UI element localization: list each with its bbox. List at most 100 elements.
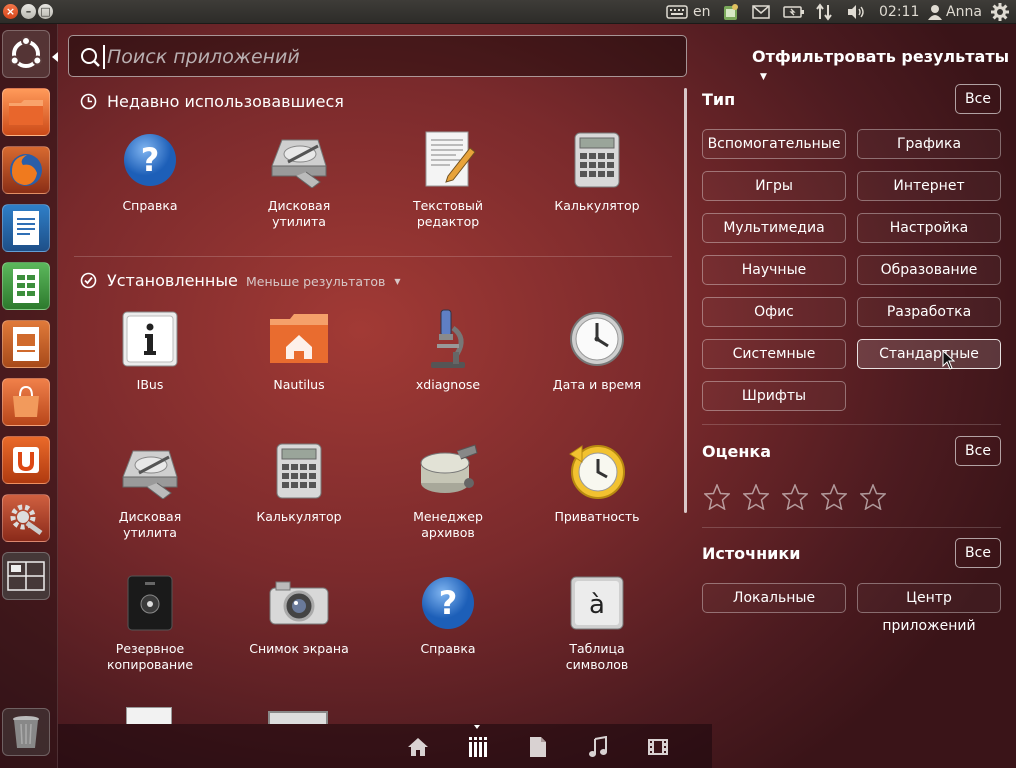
active-arrow-icon xyxy=(52,52,58,62)
app-tile[interactable]: Nautilus xyxy=(224,307,374,393)
star-icon[interactable] xyxy=(860,484,886,510)
app-tile[interactable]: Дата и время xyxy=(522,307,672,393)
ubuntu-one-icon xyxy=(13,447,39,473)
svg-text:?: ? xyxy=(439,584,458,622)
lens-video[interactable] xyxy=(647,736,669,758)
app-indicator[interactable] xyxy=(722,3,740,21)
app-tile[interactable]: Калькулятор xyxy=(522,128,672,214)
filter-source-option[interactable]: Центр приложений xyxy=(857,583,1001,634)
filter-rating-all-button[interactable]: Все xyxy=(955,436,1001,466)
lens-applications[interactable] xyxy=(467,736,489,758)
filter-type-option[interactable]: Системные xyxy=(702,339,846,369)
lens-files[interactable] xyxy=(527,736,549,758)
keyboard-icon xyxy=(666,5,688,19)
app-tile[interactable]: Калькулятор xyxy=(224,439,374,525)
network-icon xyxy=(816,3,832,21)
clock[interactable]: 02:11 xyxy=(879,3,919,21)
filter-type-option[interactable]: Научные xyxy=(702,255,846,285)
app-tile[interactable]: xdiagnose xyxy=(373,307,523,393)
launcher-impress[interactable] xyxy=(2,320,50,368)
gear-icon xyxy=(991,3,1009,21)
filter-type-option[interactable]: Графика xyxy=(857,129,1001,159)
app-tile[interactable]: Приватность xyxy=(522,439,672,525)
sound-indicator[interactable] xyxy=(846,3,866,21)
app-tile[interactable]: ? Справка xyxy=(75,128,225,214)
mail-indicator[interactable] xyxy=(752,3,770,21)
help-icon: ? xyxy=(416,571,480,635)
app-label-line2: копирование xyxy=(106,657,194,672)
minimize-window-button[interactable]: – xyxy=(21,4,36,19)
app-tile[interactable]: IBus xyxy=(75,307,225,393)
filter-type-option[interactable]: Образование xyxy=(857,255,1001,285)
filter-results-toggle[interactable]: Отфильтровать результаты ▼ xyxy=(752,47,1016,85)
disk-utility-icon xyxy=(267,128,331,192)
trash-icon xyxy=(13,716,39,748)
filter-type-option[interactable]: Интернет xyxy=(857,171,1001,201)
text-cursor xyxy=(103,45,105,69)
calculator-icon xyxy=(565,128,629,192)
section-divider xyxy=(74,256,672,257)
launcher-firefox[interactable] xyxy=(2,146,50,194)
keyboard-layout-indicator[interactable]: en xyxy=(666,3,711,21)
camera-icon xyxy=(267,571,331,635)
app-tile[interactable]: Снимок экрана xyxy=(224,571,374,657)
fewer-results-toggle[interactable]: Меньше результатов ▼ xyxy=(246,274,401,289)
star-icon[interactable] xyxy=(782,484,808,510)
lens-home[interactable] xyxy=(407,736,429,758)
filter-sources-all-button[interactable]: Все xyxy=(955,538,1001,568)
close-window-button[interactable]: × xyxy=(3,4,18,19)
maximize-window-button[interactable]: □ xyxy=(38,4,53,19)
filter-type-option[interactable]: Шрифты xyxy=(702,381,846,411)
star-icon[interactable] xyxy=(821,484,847,510)
app-label-line2: утилита xyxy=(272,214,326,229)
lens-music[interactable] xyxy=(587,736,609,758)
filter-type-option[interactable]: Офис xyxy=(702,297,846,327)
launcher-software-center[interactable] xyxy=(2,378,50,426)
app-tile[interactable]: ? Справка xyxy=(373,571,523,657)
app-tile[interactable]: Резервное копирование xyxy=(75,571,225,673)
search-input[interactable]: Поиск приложений xyxy=(107,46,300,68)
app-tile[interactable]: à Таблица символов xyxy=(522,571,672,673)
filter-source-option[interactable]: Локальные xyxy=(702,583,846,613)
network-indicator[interactable] xyxy=(815,3,833,21)
launcher-trash[interactable] xyxy=(2,708,50,756)
launcher-ubuntu-one[interactable] xyxy=(2,436,50,484)
filter-divider xyxy=(702,527,1001,528)
search-box[interactable]: Поиск приложений xyxy=(68,35,687,77)
filter-type-option[interactable]: Разработка xyxy=(857,297,1001,327)
app-tile[interactable]: Текстовый редактор xyxy=(373,128,523,230)
star-icon[interactable] xyxy=(743,484,769,510)
help-icon: ? xyxy=(118,128,182,192)
filter-type-option[interactable]: Вспомогательные xyxy=(702,129,846,159)
app-tile[interactable]: Менеджер архивов xyxy=(373,439,523,541)
app-tile[interactable]: Дисковая утилита xyxy=(224,128,374,230)
filter-type-option[interactable]: Игры xyxy=(702,171,846,201)
filter-type-option[interactable]: Мультимедиа xyxy=(702,213,846,243)
launcher-calc[interactable] xyxy=(2,262,50,310)
launcher-writer[interactable] xyxy=(2,204,50,252)
session-menu[interactable] xyxy=(990,3,1010,21)
partial-app-icon xyxy=(268,711,330,724)
launcher-system-settings[interactable] xyxy=(2,494,50,542)
svg-text:?: ? xyxy=(141,141,160,179)
battery-indicator[interactable] xyxy=(783,3,805,21)
launcher-files[interactable] xyxy=(2,88,50,136)
disk-utility-icon xyxy=(118,439,182,503)
app-label: Снимок экрана xyxy=(249,641,349,656)
launcher-dash-button[interactable] xyxy=(2,30,50,78)
settings-icon xyxy=(10,504,43,536)
app-tile[interactable]: Дисковая утилита xyxy=(75,439,225,541)
installed-category-header[interactable]: Установленные xyxy=(80,271,238,290)
recent-category-header[interactable]: Недавно использовавшиеся xyxy=(80,92,344,111)
backup-icon xyxy=(118,571,182,635)
filter-type-option-selected[interactable]: Стандартные xyxy=(857,339,1001,369)
filter-type-title: Тип xyxy=(702,90,736,109)
user-menu[interactable]: Anna xyxy=(928,3,982,21)
launcher-workspace-switcher[interactable] xyxy=(2,552,50,600)
results-scrollbar[interactable] xyxy=(684,88,687,513)
writer-icon xyxy=(13,211,39,245)
star-icon[interactable] xyxy=(704,484,730,510)
filter-type-option[interactable]: Настройка xyxy=(857,213,1001,243)
filter-type-all-button[interactable]: Все xyxy=(955,84,1001,114)
microscope-icon xyxy=(416,307,480,371)
